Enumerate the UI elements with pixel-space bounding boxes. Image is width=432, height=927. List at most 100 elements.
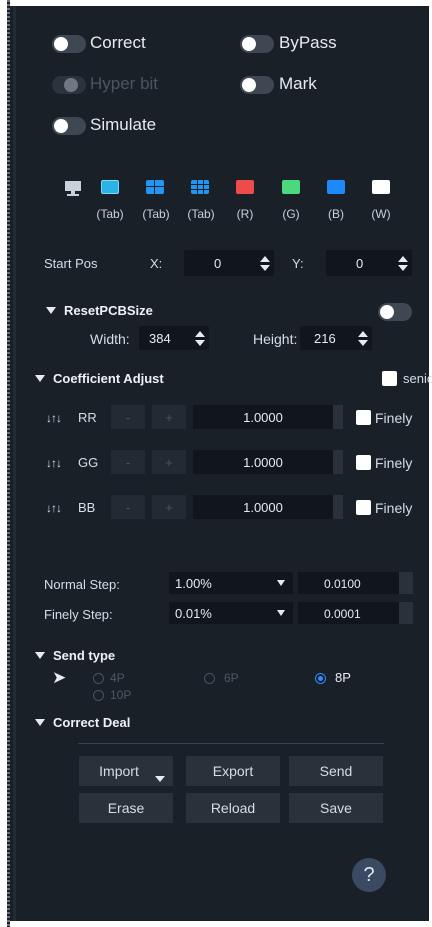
bypass-toggle[interactable] (240, 35, 274, 53)
rr-plus-button[interactable]: + (152, 405, 186, 429)
scroll-rail[interactable] (13, 6, 16, 921)
grid-icon[interactable] (146, 180, 164, 194)
normal-step-dropdown-icon (277, 580, 285, 586)
finely-step-value-field[interactable]: 0.0001 (298, 602, 413, 624)
correct-toggle[interactable] (52, 35, 86, 53)
rr-minus-button[interactable]: - (111, 405, 145, 429)
import-label: Import (99, 763, 139, 779)
finely-step-dropdown-icon (277, 610, 285, 616)
rr-finely-checkbox[interactable] (356, 410, 371, 425)
export-button[interactable]: Export (186, 756, 280, 786)
gg-plus-button[interactable]: + (152, 450, 186, 474)
erase-button[interactable]: Erase (79, 793, 173, 823)
monitor-base (67, 194, 79, 196)
gg-sort-icon[interactable]: ↓↑↓ (46, 456, 62, 470)
start-x-arrows[interactable] (260, 256, 270, 271)
send-10p-radio[interactable] (93, 690, 104, 701)
send-6p-label: 6P (224, 671, 239, 685)
y-label: Y: (292, 256, 304, 271)
monitor-icon[interactable] (65, 181, 81, 191)
help-button[interactable]: ? (352, 858, 386, 892)
bb-finely-label: Finely (375, 500, 413, 516)
save-button[interactable]: Save (289, 793, 383, 823)
rr-value-stepper[interactable] (333, 405, 343, 429)
pattern-label-g: (G) (282, 207, 300, 221)
reset-pcb-toggle[interactable] (378, 303, 412, 321)
pattern-label-tab-2: (Tab) (142, 207, 170, 221)
hyperbit-toggle (52, 76, 86, 94)
bypass-label: ByPass (279, 33, 337, 52)
rr-value-field[interactable]: 1.0000 (193, 405, 333, 429)
bb-sort-icon[interactable]: ↓↑↓ (46, 501, 62, 515)
reset-pcb-collapse-icon[interactable] (46, 307, 56, 314)
rr-finely-label: Finely (375, 410, 413, 426)
gg-finely-label: Finely (375, 455, 413, 471)
width-value: 384 (149, 330, 171, 346)
start-y-arrows[interactable] (398, 256, 408, 271)
send-8p-label: 8P (335, 670, 351, 685)
white-swatch[interactable] (372, 180, 390, 194)
normal-step-value-field[interactable]: 0.0100 (298, 572, 413, 594)
send-button[interactable]: Send (289, 756, 383, 786)
pattern-label-tab-1: (Tab) (96, 207, 124, 221)
coefficient-title: Coefficient Adjust (53, 371, 164, 386)
reload-button[interactable]: Reload (186, 793, 280, 823)
gg-minus-button[interactable]: - (111, 450, 145, 474)
bb-plus-button[interactable]: + (152, 495, 186, 519)
width-spinbox[interactable]: 384 (139, 326, 209, 350)
gg-finely-checkbox[interactable] (356, 455, 371, 470)
finely-step-stepper[interactable] (399, 602, 413, 624)
red-swatch[interactable] (236, 180, 254, 194)
width-label: Width: (90, 331, 130, 347)
pattern-label-w: (W) (371, 207, 391, 221)
bb-finely-checkbox[interactable] (356, 500, 371, 515)
start-pos-label: Start Pos (44, 256, 98, 271)
finely-step-select[interactable]: 0.01% (169, 602, 293, 624)
height-spinbox[interactable]: 216 (300, 326, 372, 350)
normal-step-stepper[interactable] (399, 572, 413, 594)
grid-fine-icon[interactable] (191, 180, 209, 194)
correct-label: Correct (90, 33, 146, 52)
gg-value-stepper[interactable] (333, 450, 343, 474)
hyperbit-label: Hyper bit (90, 74, 159, 93)
send-4p-radio[interactable] (93, 673, 104, 684)
reset-pcb-title: ResetPCBSize (64, 303, 153, 318)
send-arrow-icon: ➤ (52, 668, 67, 687)
rr-label: RR (78, 410, 97, 425)
green-swatch[interactable] (282, 180, 300, 194)
send-type-title: Send type (53, 648, 116, 663)
bb-value-stepper[interactable] (333, 495, 343, 519)
senior-checkbox[interactable] (382, 371, 397, 386)
start-x-spinbox[interactable]: 0 (184, 250, 274, 276)
bb-label: BB (78, 500, 96, 515)
send-10p-label: 10P (110, 688, 132, 702)
rr-sort-icon[interactable]: ↓↑↓ (46, 411, 62, 425)
normal-step-selected: 1.00% (175, 576, 212, 591)
height-arrows[interactable] (358, 331, 368, 346)
gg-value-field[interactable]: 1.0000 (193, 450, 333, 474)
width-arrows[interactable] (195, 331, 205, 346)
send-6p-radio[interactable] (204, 673, 215, 684)
import-button[interactable]: Import (79, 756, 173, 786)
finely-step-label: Finely Step: (44, 607, 113, 622)
bb-minus-button[interactable]: - (111, 495, 145, 519)
correct-deal-title: Correct Deal (53, 715, 131, 730)
import-dropdown-icon[interactable] (155, 776, 165, 782)
send-8p-radio[interactable] (315, 673, 326, 684)
blue-swatch[interactable] (327, 180, 345, 194)
senior-label: senior (403, 371, 432, 386)
start-y-value: 0 (356, 255, 364, 271)
coefficient-collapse-icon[interactable] (35, 375, 45, 382)
image-icon[interactable] (101, 180, 119, 194)
mark-toggle[interactable] (240, 76, 274, 94)
bb-value-field[interactable]: 1.0000 (193, 495, 333, 519)
normal-step-value: 0.0100 (324, 577, 361, 591)
send-type-collapse-icon[interactable] (35, 652, 45, 659)
normal-step-select[interactable]: 1.00% (169, 572, 293, 594)
finely-step-value: 0.0001 (324, 607, 361, 621)
start-y-spinbox[interactable]: 0 (326, 250, 412, 276)
pattern-label-b: (B) (328, 207, 344, 221)
send-4p-label: 4P (110, 671, 125, 685)
correct-deal-collapse-icon[interactable] (35, 719, 45, 726)
simulate-toggle[interactable] (52, 117, 86, 135)
